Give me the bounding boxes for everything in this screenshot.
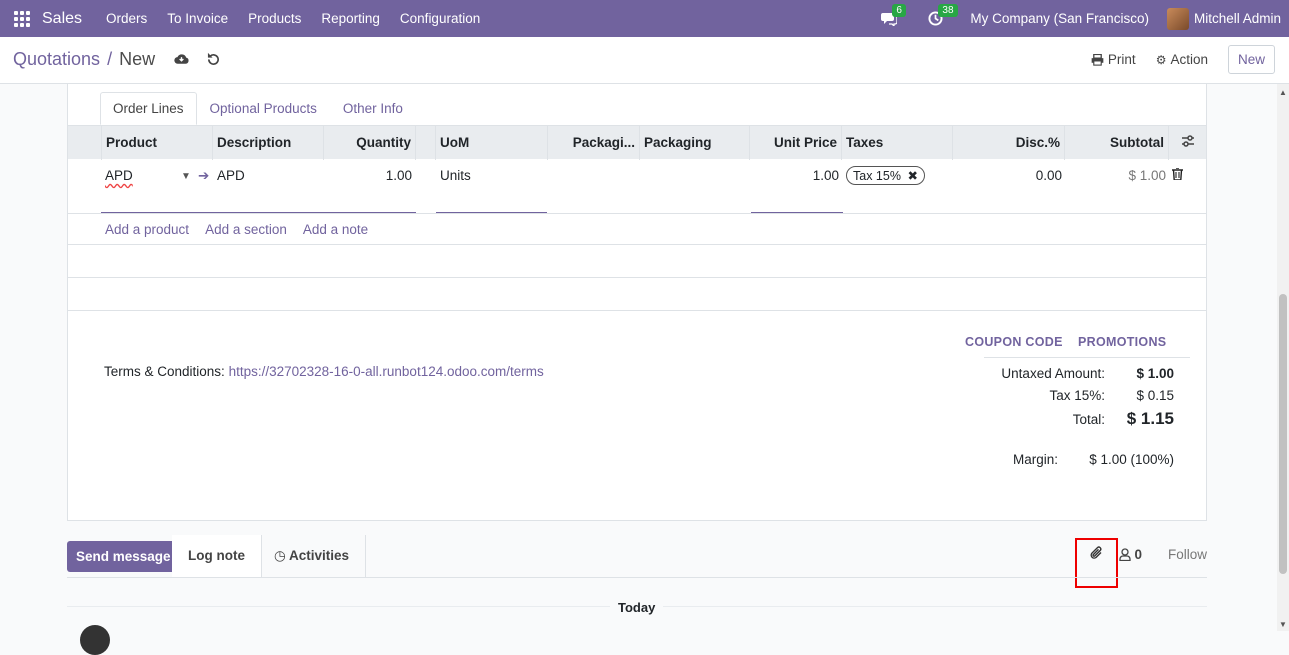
activity-badge: 38 <box>938 3 958 17</box>
gear-icon: ⚙ <box>1155 52 1167 67</box>
header-product[interactable]: Product <box>102 126 213 160</box>
subtotal-field: $ 1.00 <box>1128 168 1166 183</box>
nav-orders[interactable]: Orders <box>106 11 147 26</box>
control-panel: Quotations / New Print ⚙ Action New <box>0 37 1289 84</box>
header-discount[interactable]: Disc.% <box>953 126 1065 160</box>
activities-button[interactable]: ◷ Activities <box>258 535 367 577</box>
margin-label: Margin: <box>1012 452 1058 467</box>
log-note-button[interactable]: Log note <box>172 535 262 577</box>
breadcrumb-separator: / <box>107 49 113 69</box>
send-message-button[interactable]: Send message <box>67 541 180 572</box>
coupon-code-button[interactable]: COUPON CODE <box>965 335 1063 349</box>
empty-row <box>68 278 1206 311</box>
action-button[interactable]: ⚙ Action <box>1156 52 1208 67</box>
header-subtotal[interactable]: Subtotal <box>1065 126 1169 160</box>
form-sheet: Order Lines Optional Products Other Info… <box>67 84 1207 521</box>
notebook-tabs: Order Lines Optional Products Other Info <box>100 92 416 125</box>
messaging-button[interactable]: 6 <box>880 3 906 28</box>
nav-configuration[interactable]: Configuration <box>400 11 480 26</box>
quantity-field[interactable]: 1.00 <box>324 168 412 183</box>
terms-link[interactable]: https://32702328-16-0-all.runbot124.odoo… <box>229 364 544 379</box>
add-row <box>68 213 1206 245</box>
total-label: Total: <box>1072 412 1105 427</box>
message-author-avatar <box>80 625 110 655</box>
header-handle <box>68 126 102 160</box>
breadcrumb-quotations[interactable]: Quotations <box>13 49 100 70</box>
tax-value: $ 0.15 <box>1136 388 1174 403</box>
tab-order-lines[interactable]: Order Lines <box>100 92 197 125</box>
clock-icon: ◷ <box>274 548 286 563</box>
discount-field[interactable]: 0.00 <box>954 168 1062 183</box>
nav-to-invoice[interactable]: To Invoice <box>167 11 228 26</box>
header-spacer <box>416 126 436 160</box>
print-label: Print <box>1107 52 1136 67</box>
optional-columns-icon[interactable] <box>1169 126 1206 160</box>
nav-products[interactable]: Products <box>248 11 301 26</box>
totals-divider <box>984 357 1190 358</box>
product-field[interactable]: APD <box>105 168 133 183</box>
scroll-up-arrow-icon[interactable]: ▲ <box>1279 88 1287 97</box>
header-description[interactable]: Description <box>213 126 324 160</box>
nav-reporting[interactable]: Reporting <box>321 11 380 26</box>
uom-field[interactable]: Units <box>440 168 471 183</box>
trash-icon[interactable] <box>1172 167 1183 183</box>
total-value: $ 1.15 <box>1126 409 1174 428</box>
activities-label: Activities <box>289 548 350 563</box>
internal-link-arrow-icon[interactable]: ➔ <box>198 168 209 184</box>
empty-row <box>68 245 1206 278</box>
margin-value: $ 1.00 (100%) <box>1089 452 1174 467</box>
remove-tag-icon[interactable]: ✖ <box>907 169 917 183</box>
user-icon <box>1119 548 1132 561</box>
print-icon <box>1091 53 1104 66</box>
order-lines-header: Product Description Quantity UoM Packagi… <box>68 125 1206 160</box>
page-scrollbar[interactable]: ▲ ▼ <box>1277 84 1289 631</box>
discard-undo-icon[interactable] <box>203 52 223 68</box>
tax-label: Tax 15%: <box>1049 388 1105 403</box>
breadcrumb: Quotations / New <box>13 49 223 70</box>
tab-optional-products[interactable]: Optional Products <box>197 92 330 125</box>
chat-badge: 6 <box>892 3 906 17</box>
header-taxes[interactable]: Taxes <box>842 126 953 160</box>
save-cloud-icon[interactable] <box>171 52 191 68</box>
chatter: Send message Log note ◷ Activities 0 Fol… <box>0 521 1289 631</box>
promotions-button[interactable]: PROMOTIONS <box>1078 335 1166 349</box>
follow-button[interactable]: Follow <box>1168 547 1207 562</box>
header-packaging[interactable]: Packaging <box>640 126 750 160</box>
top-navbar: Sales Orders To Invoice Products Reporti… <box>0 0 1289 37</box>
untaxed-value: $ 1.00 <box>1136 366 1174 381</box>
activities-button[interactable]: 38 <box>926 3 958 28</box>
followers-count: 0 <box>1134 547 1142 562</box>
new-button[interactable]: New <box>1227 45 1275 74</box>
breadcrumb-current: New <box>119 49 156 69</box>
header-unit-price[interactable]: Unit Price <box>750 126 842 160</box>
scroll-down-arrow-icon[interactable]: ▼ <box>1279 620 1287 629</box>
chevron-down-icon[interactable]: ▼ <box>181 171 191 182</box>
terms-conditions: Terms & Conditions: https://32702328-16-… <box>104 364 544 379</box>
highlight-box <box>1075 538 1118 588</box>
print-button[interactable]: Print <box>1091 52 1136 67</box>
apps-menu-icon[interactable] <box>14 10 30 27</box>
company-switcher[interactable]: My Company (San Francisco) <box>970 11 1149 26</box>
chatter-divider <box>67 577 1207 578</box>
user-menu[interactable]: Mitchell Admin <box>1194 11 1281 26</box>
today-separator: Today <box>610 600 664 615</box>
table-row[interactable]: APD ▼ ➔ APD 1.00 Units 1.00 0.00 $ 1.00 <box>68 159 1206 214</box>
followers-button[interactable]: 0 <box>1119 547 1142 562</box>
header-uom[interactable]: UoM <box>436 126 548 160</box>
description-field[interactable]: APD <box>217 168 245 183</box>
tax-tag-label: Tax 15% <box>853 169 901 183</box>
header-packaging-qty[interactable]: Packagi... <box>548 126 640 160</box>
header-quantity[interactable]: Quantity <box>324 126 416 160</box>
action-label: Action <box>1170 52 1208 67</box>
app-brand[interactable]: Sales <box>42 10 82 28</box>
scrollbar-thumb[interactable] <box>1279 294 1287 574</box>
terms-label: Terms & Conditions: <box>104 364 225 379</box>
unit-price-field[interactable]: 1.00 <box>751 168 839 183</box>
untaxed-label: Untaxed Amount: <box>1001 366 1105 381</box>
tab-other-info[interactable]: Other Info <box>330 92 416 125</box>
tax-tag[interactable]: Tax 15% ✖ <box>846 166 925 185</box>
user-avatar[interactable] <box>1166 7 1189 30</box>
